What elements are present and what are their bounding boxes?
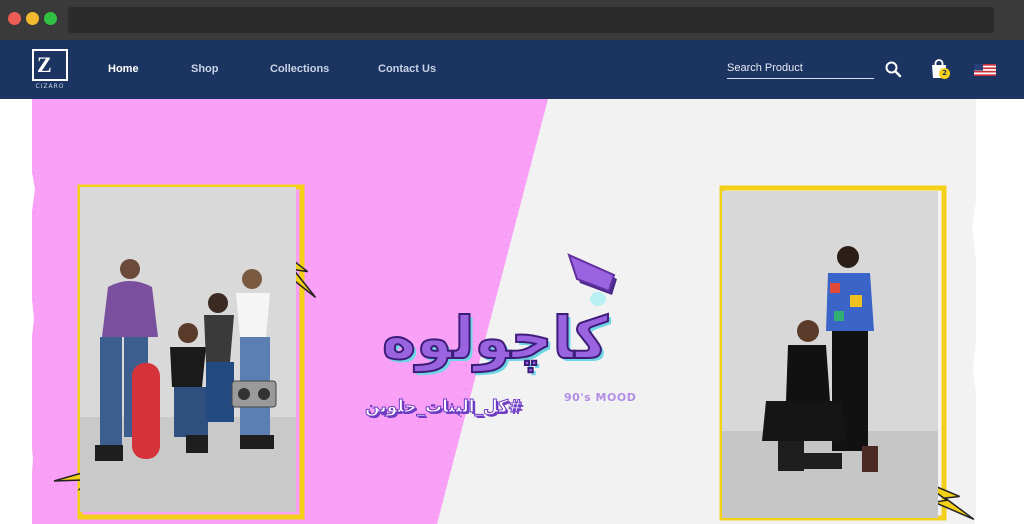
- brand-name: CIZARO: [35, 83, 65, 90]
- brand-logo[interactable]: Z CIZARO: [30, 49, 70, 91]
- hero-title: كاچولوه: [381, 303, 609, 373]
- models-photo-right[interactable]: [722, 191, 938, 518]
- close-window-button[interactable]: [8, 12, 21, 25]
- models-photo-left[interactable]: [80, 187, 296, 512]
- hero-hashtag: #كل_البنات_حلوين: [364, 397, 523, 418]
- minimize-window-button[interactable]: [26, 12, 39, 25]
- maximize-window-button[interactable]: [44, 12, 57, 25]
- browser-titlebar: [0, 0, 1024, 40]
- hero-mood-label: 90's MOOD: [564, 391, 637, 404]
- nav-link-collections[interactable]: Collections: [270, 63, 329, 75]
- address-bar[interactable]: [68, 7, 994, 33]
- logo-monogram: Z: [37, 52, 52, 77]
- cart-count-badge: 2: [939, 68, 950, 79]
- nav-link-home[interactable]: Home: [108, 63, 139, 75]
- hero-banner[interactable]: كاچولوه #كل_البنات_حلوين #كل_البنات_حلوي…: [0, 99, 1024, 524]
- search-input[interactable]: [727, 58, 874, 79]
- search-icon[interactable]: [884, 60, 902, 78]
- nav-link-contact-us[interactable]: Contact Us: [378, 63, 436, 75]
- us-flag-icon[interactable]: [974, 64, 996, 76]
- nav-link-shop[interactable]: Shop: [191, 63, 219, 75]
